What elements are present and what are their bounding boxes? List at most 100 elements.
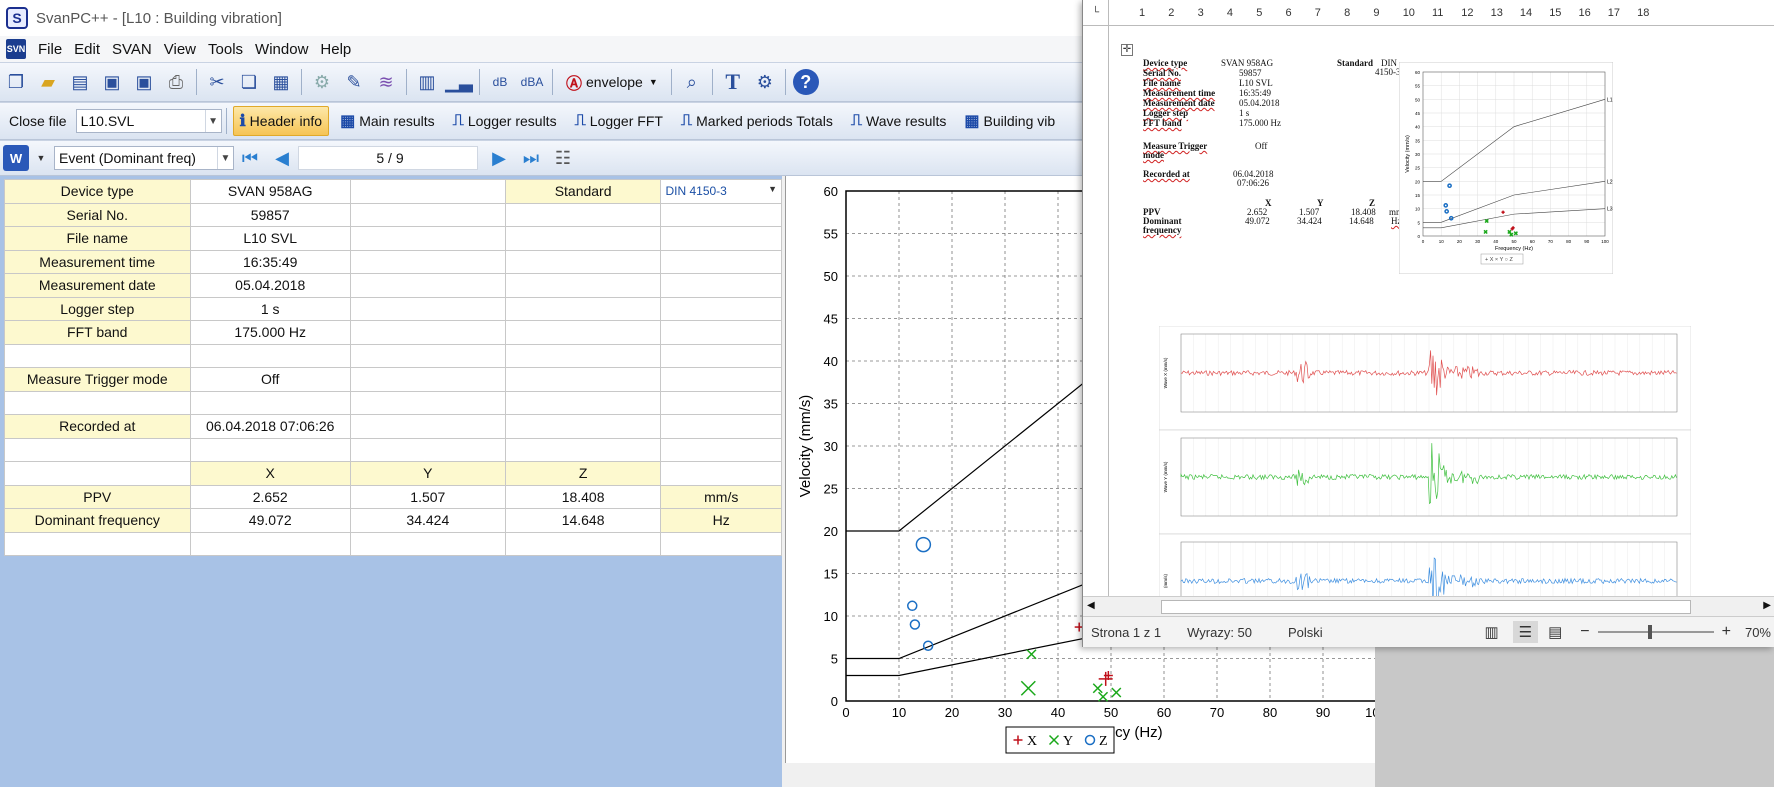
value-cell[interactable]	[504, 390, 662, 415]
tab-building-vibration[interactable]: ▦ Building vib	[957, 106, 1062, 136]
value-cell[interactable]: X	[189, 461, 351, 486]
row-label-cell[interactable]	[4, 531, 191, 556]
options-icon[interactable]: ☷	[550, 145, 576, 171]
previous-page-icon[interactable]: ◀	[269, 145, 295, 171]
text-icon[interactable]: T	[720, 69, 746, 95]
zoom-slider[interactable]	[1597, 625, 1714, 639]
chart-icon[interactable]: ▁▃	[445, 69, 473, 95]
value-cell[interactable]	[660, 226, 782, 251]
envelope-button[interactable]: Ⓐenvelope ▼	[559, 67, 665, 97]
tab-main-results[interactable]: ▦ Main results	[333, 106, 442, 136]
value-cell[interactable]	[504, 437, 662, 462]
first-page-icon[interactable]: ⏮	[237, 145, 263, 171]
wireless-icon[interactable]: ≋	[373, 69, 399, 95]
tab-logger-results[interactable]: ⎍ Logger results	[446, 106, 564, 136]
web-layout-icon[interactable]: ▤	[1548, 623, 1562, 641]
value-cell[interactable]: mm/s	[660, 484, 782, 509]
value-cell[interactable]	[349, 343, 506, 368]
save-icon[interactable]: ▣	[99, 69, 125, 95]
row-label-cell[interactable]	[4, 437, 191, 462]
gear-icon[interactable]: ⚙	[309, 69, 335, 95]
value-cell[interactable]	[504, 296, 662, 321]
cut-icon[interactable]: ✂	[204, 69, 230, 95]
value-cell[interactable]	[349, 179, 506, 204]
paste-icon[interactable]: ▦	[268, 69, 294, 95]
print-icon[interactable]: ⎙	[163, 69, 189, 95]
value-cell[interactable]: 175.000 Hz	[189, 320, 351, 345]
close-file-button[interactable]: Close file	[2, 106, 74, 136]
value-cell[interactable]	[349, 367, 506, 392]
value-cell[interactable]	[504, 249, 662, 274]
value-cell[interactable]: 2.652	[189, 484, 351, 509]
value-cell[interactable]	[504, 367, 662, 392]
value-cell[interactable]: Y	[349, 461, 506, 486]
event-select[interactable]: Event (Dominant freq) ▼	[54, 146, 234, 170]
value-cell[interactable]: Z	[504, 461, 662, 486]
row-label-cell[interactable]	[4, 343, 191, 368]
tab-wave-results[interactable]: ⎍ Wave results	[844, 106, 954, 136]
value-cell[interactable]: 49.072	[189, 508, 351, 533]
language[interactable]: Polski	[1288, 625, 1323, 640]
value-cell[interactable]	[660, 296, 782, 321]
zoom-out-icon[interactable]: −	[1580, 623, 1589, 641]
value-cell[interactable]: L10 SVL	[189, 226, 351, 251]
row-label-cell[interactable]: Measurement time	[4, 249, 191, 274]
file-select[interactable]: L10.SVL ▼	[75, 109, 222, 133]
value-cell[interactable]	[189, 531, 351, 556]
value-cell[interactable]: Hz	[660, 508, 782, 533]
standard-select[interactable]: DIN 4150-3 ▼	[660, 179, 782, 204]
horizontal-scrollbar[interactable]: ◀ ▶	[1083, 596, 1774, 616]
svn-document-icon[interactable]: SVN	[6, 39, 26, 59]
value-cell[interactable]	[189, 390, 351, 415]
value-cell[interactable]	[660, 437, 782, 462]
value-cell[interactable]	[349, 296, 506, 321]
value-cell[interactable]	[660, 414, 782, 439]
copy-icon[interactable]: ❐	[3, 69, 29, 95]
menu-window[interactable]: Window	[255, 41, 308, 58]
value-cell[interactable]	[504, 414, 662, 439]
chevron-down-icon[interactable]: ▼	[204, 110, 221, 132]
value-cell[interactable]	[660, 343, 782, 368]
value-cell[interactable]	[349, 273, 506, 298]
move-handle-icon[interactable]: ✛	[1121, 44, 1133, 56]
value-cell[interactable]	[349, 226, 506, 251]
tab-marked-periods-totals[interactable]: ⎍ Marked periods Totals	[674, 106, 840, 136]
scroll-thumb[interactable]	[1161, 600, 1691, 614]
row-label-cell[interactable]: FFT band	[4, 320, 191, 345]
row-label-cell[interactable]	[4, 390, 191, 415]
value-cell[interactable]	[504, 343, 662, 368]
db-icon[interactable]: dB	[487, 69, 513, 95]
zoom-level[interactable]: 70%	[1745, 625, 1771, 640]
value-cell[interactable]	[504, 273, 662, 298]
menu-tools[interactable]: Tools	[208, 41, 243, 58]
menu-file[interactable]: File	[38, 41, 62, 58]
row-label-cell[interactable]: Device type	[4, 179, 191, 204]
import-icon[interactable]: ▤	[67, 69, 93, 95]
page-indicator[interactable]: 5 / 9	[298, 146, 478, 170]
row-label-cell[interactable]: Dominant frequency	[4, 508, 191, 533]
value-cell[interactable]: Standard	[504, 179, 662, 204]
value-cell[interactable]	[660, 320, 782, 345]
row-label-cell[interactable]: File name	[4, 226, 191, 251]
calculator-icon[interactable]: ▥	[414, 69, 440, 95]
value-cell[interactable]	[660, 461, 782, 486]
save-as-icon[interactable]: ▣	[131, 69, 157, 95]
zoom-in-icon[interactable]: +	[1722, 623, 1731, 641]
row-label-cell[interactable]: Recorded at	[4, 414, 191, 439]
value-cell[interactable]	[660, 367, 782, 392]
tab-logger-fft[interactable]: ⎍ Logger FFT	[568, 106, 670, 136]
value-cell[interactable]: 14.648	[504, 508, 662, 533]
chevron-down-icon[interactable]: ▼	[768, 184, 777, 194]
settings-icon[interactable]: ⚙	[752, 69, 778, 95]
help-icon[interactable]: ?	[792, 69, 819, 95]
page-count[interactable]: Strona 1 z 1	[1091, 625, 1161, 640]
row-label-cell[interactable]: Serial No.	[4, 202, 191, 227]
value-cell[interactable]	[349, 531, 506, 556]
chevron-down-icon[interactable]: ▼	[35, 145, 47, 171]
value-cell[interactable]	[349, 320, 506, 345]
value-cell[interactable]	[349, 390, 506, 415]
value-cell[interactable]	[660, 531, 782, 556]
row-label-cell[interactable]	[4, 461, 191, 486]
value-cell[interactable]	[504, 320, 662, 345]
value-cell[interactable]	[349, 414, 506, 439]
